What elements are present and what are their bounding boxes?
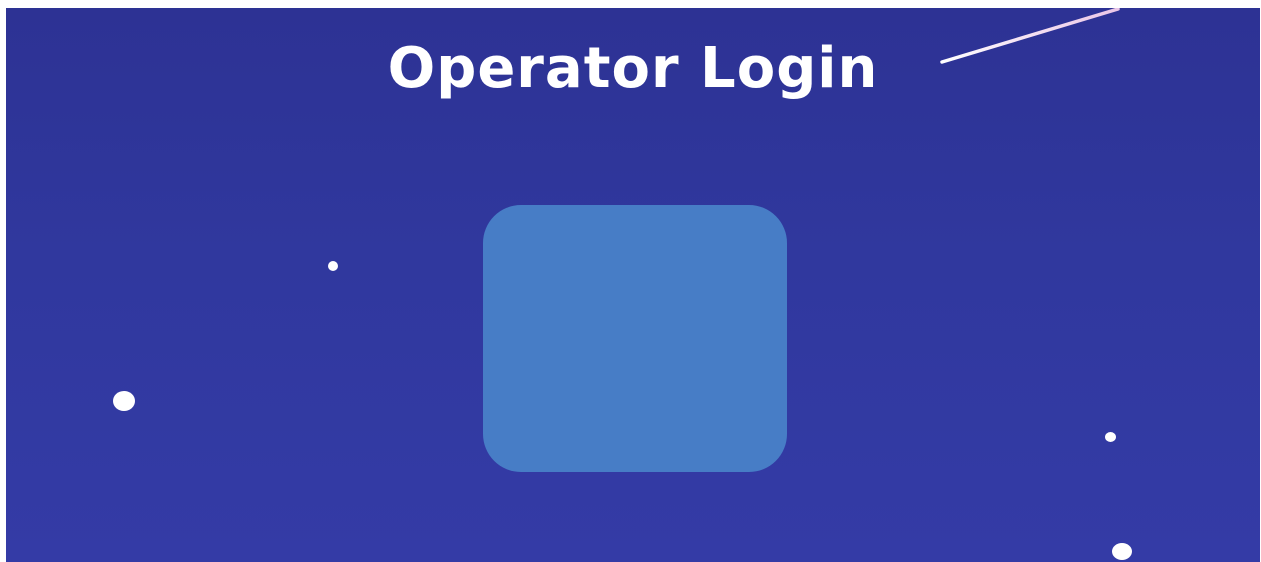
star-icon: [1112, 543, 1132, 560]
login-button[interactable]: [483, 205, 787, 472]
star-icon: [328, 261, 338, 271]
login-screen: Operator Login: [6, 8, 1260, 562]
page-title: Operator Login: [387, 36, 879, 101]
star-icon: [113, 391, 135, 411]
star-icon: [1105, 432, 1116, 442]
